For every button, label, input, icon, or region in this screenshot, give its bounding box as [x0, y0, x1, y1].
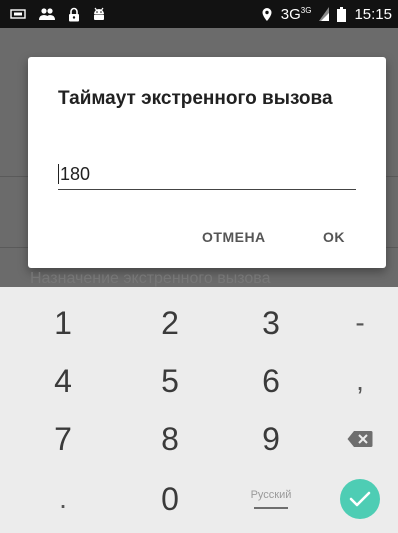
timeout-input[interactable]: 180 [58, 159, 356, 190]
clock: 15:15 [354, 5, 392, 23]
key-7[interactable]: 7 [18, 411, 108, 467]
key-period[interactable]: . [18, 471, 108, 527]
key-2[interactable]: 2 [125, 295, 215, 351]
status-left-icons [10, 7, 106, 22]
emergency-call-assignment-label: Назначение экстренного вызова [30, 270, 271, 287]
key-minus[interactable]: - [322, 295, 398, 351]
storage-icon [10, 8, 26, 20]
timeout-input-value: 180 [60, 163, 91, 184]
signal-icon [319, 7, 330, 21]
check-icon [349, 491, 371, 507]
emergency-timeout-dialog: Таймаут экстренного вызова 180 ОТМЕНА OK [28, 57, 386, 268]
network-type: 3G3G [280, 5, 312, 23]
status-bar: 3G3G 15:15 [0, 0, 398, 28]
status-right-icons: 3G3G 15:15 [261, 6, 392, 23]
key-1[interactable]: 1 [18, 295, 108, 351]
key-4[interactable]: 4 [18, 353, 108, 409]
key-8[interactable]: 8 [125, 411, 215, 467]
android-icon [92, 7, 106, 21]
people-icon [38, 7, 56, 21]
ok-button[interactable]: OK [323, 229, 345, 245]
key-comma[interactable]: , [322, 353, 398, 409]
cancel-button[interactable]: ОТМЕНА [202, 229, 266, 245]
key-0[interactable]: 0 [125, 471, 215, 527]
backspace-key[interactable] [322, 411, 398, 467]
key-6[interactable]: 6 [226, 353, 316, 409]
location-icon [261, 7, 273, 22]
key-9[interactable]: 9 [226, 411, 316, 467]
text-caret [58, 164, 59, 184]
enter-key[interactable] [322, 471, 398, 527]
numeric-keyboard: Назначение экстренного вызова 1 2 3 - 4 … [0, 270, 398, 533]
language-label: Русский [250, 489, 292, 501]
dialog-title: Таймаут экстренного вызова [58, 88, 333, 109]
spacebar-indicator [254, 507, 288, 509]
key-3[interactable]: 3 [226, 295, 316, 351]
lock-icon [68, 7, 80, 22]
battery-icon [337, 6, 347, 22]
key-5[interactable]: 5 [125, 353, 215, 409]
enter-button-circle [340, 479, 380, 519]
language-key[interactable]: Русский [226, 471, 316, 527]
backspace-icon [347, 431, 373, 447]
